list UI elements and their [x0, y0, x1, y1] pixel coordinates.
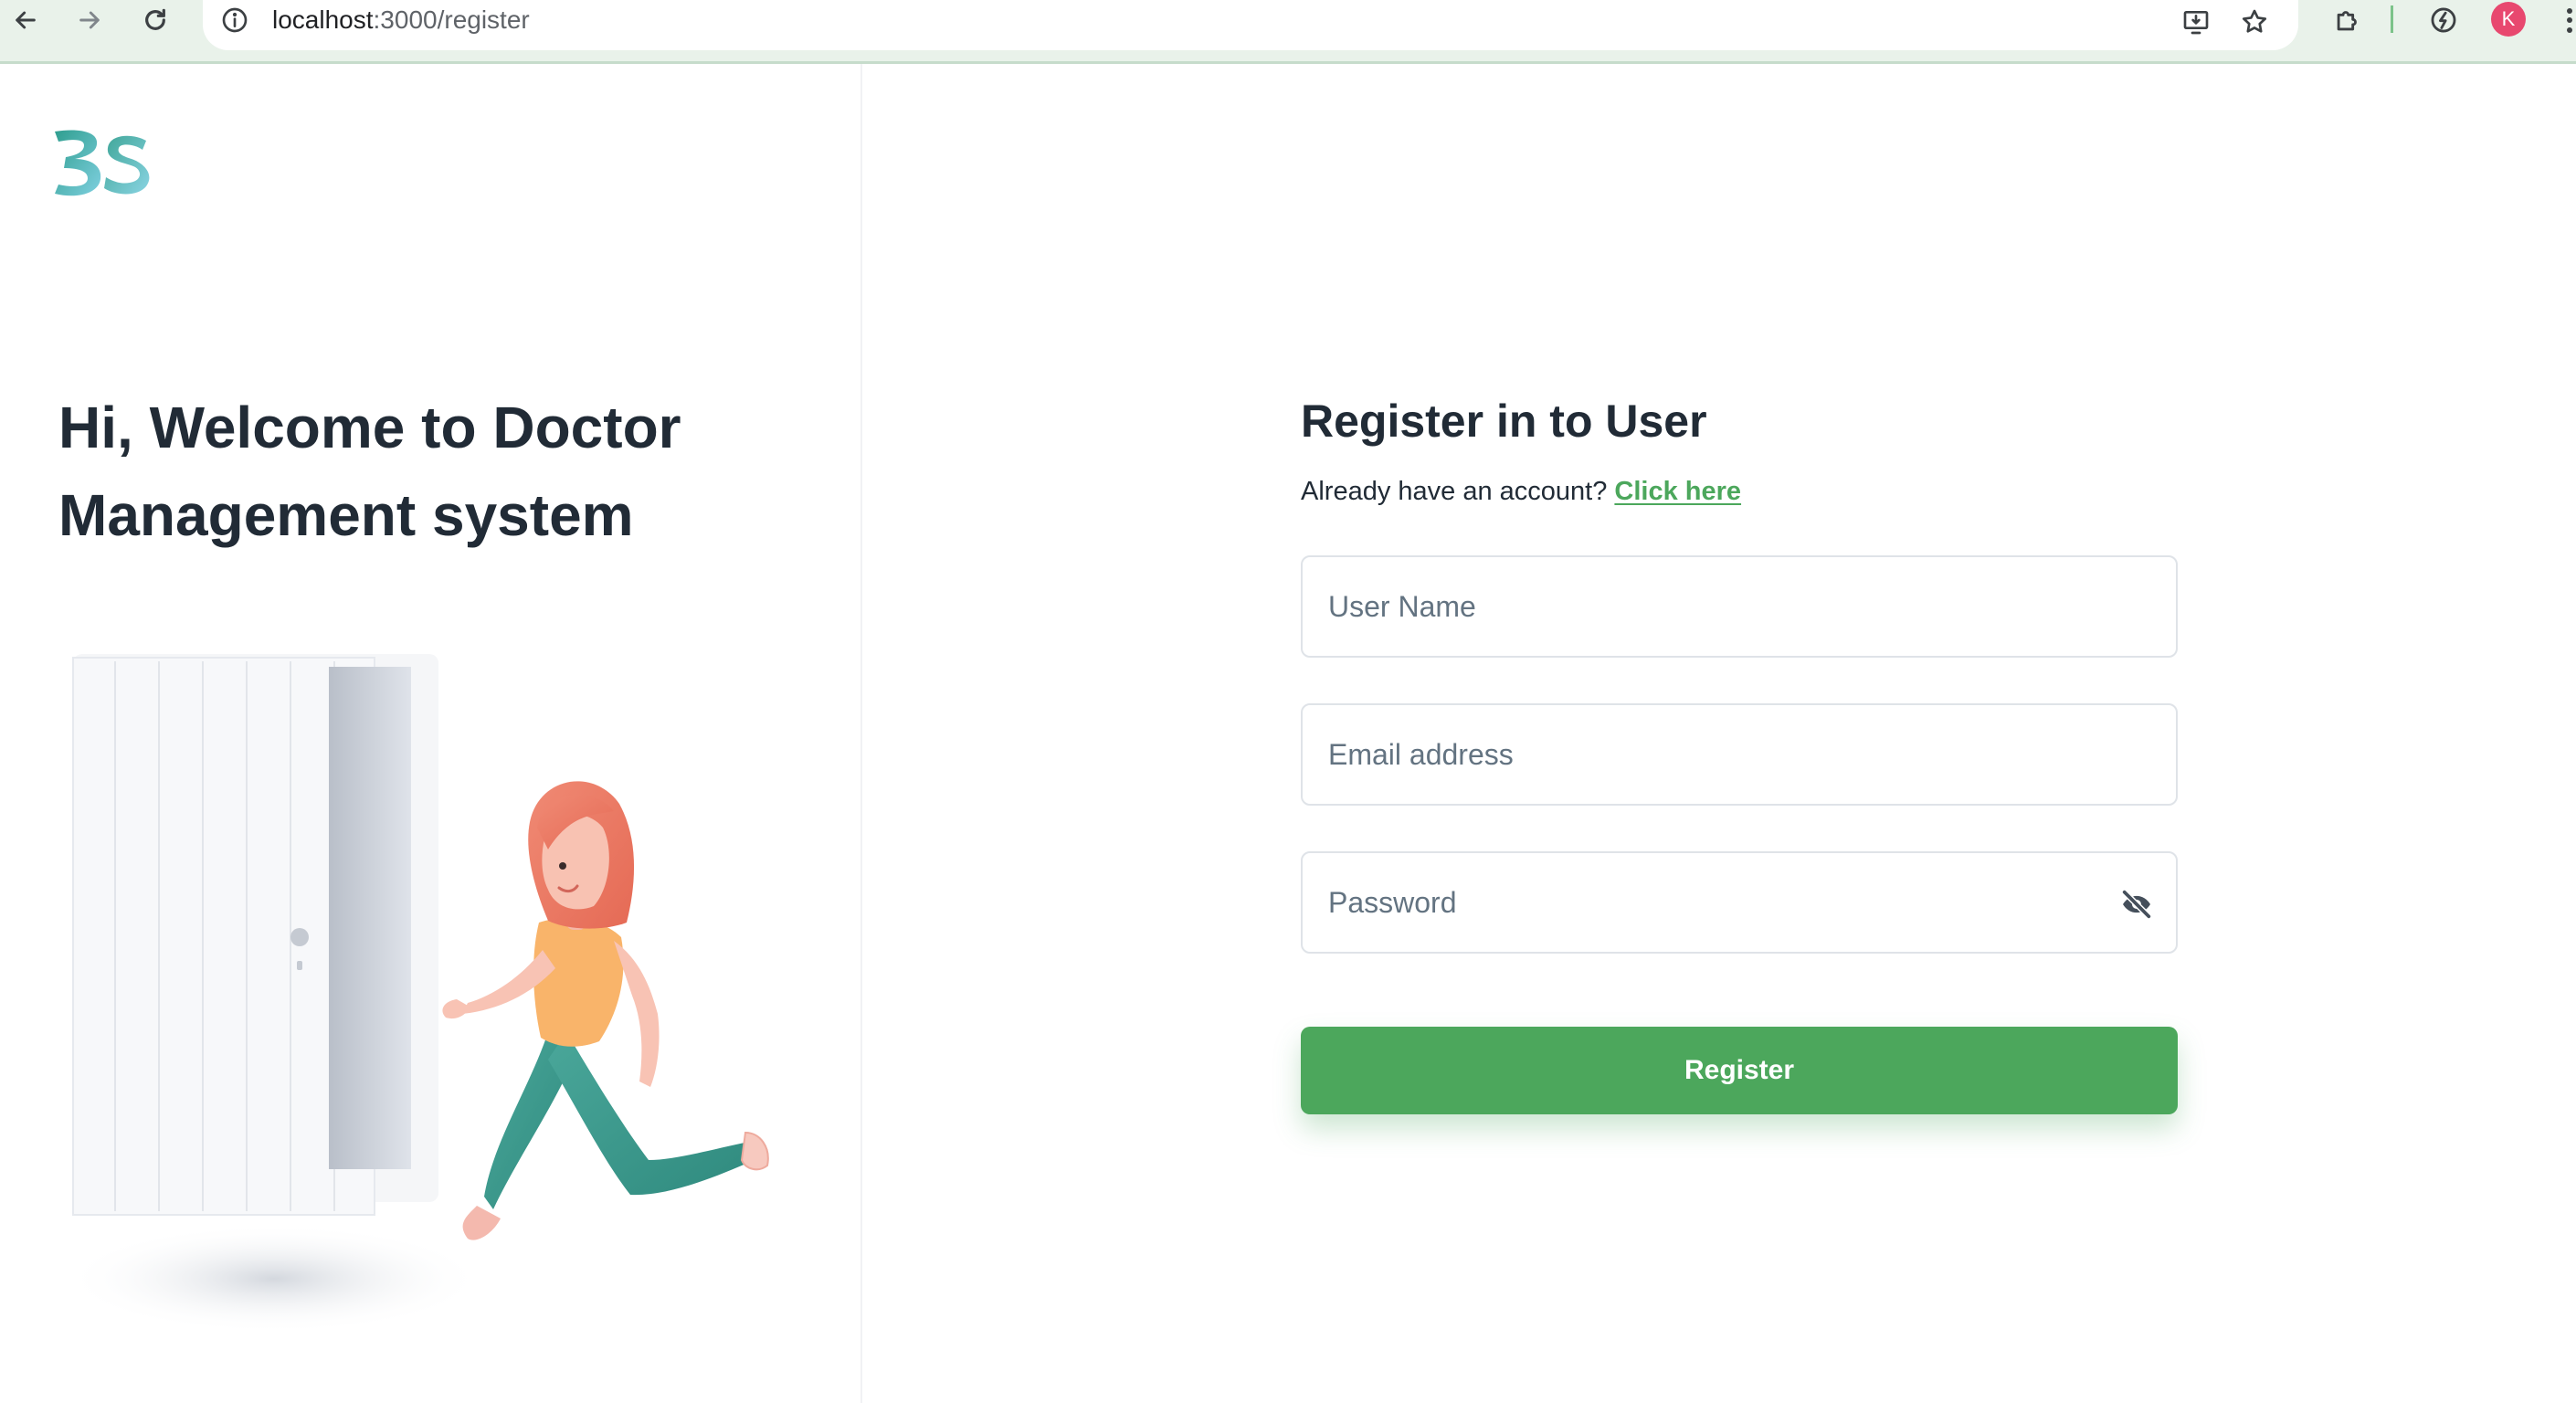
account-prompt-text: Already have an account? — [1301, 477, 1608, 506]
extensions-puzzle-icon[interactable] — [2325, 0, 2370, 40]
site-info-icon[interactable] — [219, 5, 250, 36]
email-field-wrapper — [1301, 703, 2178, 806]
welcome-heading: Hi, Welcome to Doctor Management system — [58, 395, 681, 548]
login-link[interactable]: Click here — [1614, 477, 1741, 506]
form-title: Register in to User — [1301, 396, 1707, 447]
username-field-wrapper — [1301, 555, 2178, 658]
bookmark-star-icon[interactable] — [2234, 2, 2275, 42]
eye-off-icon[interactable] — [2114, 881, 2159, 927]
bs-logo-icon[interactable] — [51, 126, 152, 199]
back-arrow-icon[interactable] — [0, 0, 51, 40]
woman-running-through-door-illustration — [64, 654, 769, 1334]
password-input[interactable] — [1303, 853, 2176, 952]
password-field-wrapper — [1301, 851, 2178, 954]
url-text[interactable]: localhost:3000/register — [272, 4, 530, 37]
kebab-menu-icon[interactable] — [2563, 4, 2576, 37]
address-bar[interactable]: localhost:3000/register — [203, 0, 2298, 50]
username-input[interactable] — [1303, 557, 2176, 656]
login-prompt: Already have an account? Click here — [1301, 473, 2178, 510]
toolbar-divider — [2391, 5, 2393, 33]
url-host: localhost — [272, 5, 374, 34]
register-button[interactable]: Register — [1301, 1027, 2178, 1114]
browser-toolbar: localhost:3000/register K — [0, 0, 2576, 64]
url-path: :3000/register — [373, 5, 530, 34]
performance-icon[interactable] — [2421, 0, 2466, 40]
email-input[interactable] — [1303, 705, 2176, 804]
register-form: Register in to User Already have an acco… — [1301, 389, 2178, 1114]
hero-panel: Hi, Welcome to Doctor Management system — [0, 64, 862, 1403]
register-panel: Register in to User Already have an acco… — [864, 64, 2576, 1403]
reload-icon[interactable] — [130, 0, 181, 40]
forward-arrow-icon[interactable] — [64, 0, 115, 40]
profile-avatar[interactable]: K — [2491, 2, 2526, 37]
install-app-icon[interactable] — [2176, 2, 2216, 42]
